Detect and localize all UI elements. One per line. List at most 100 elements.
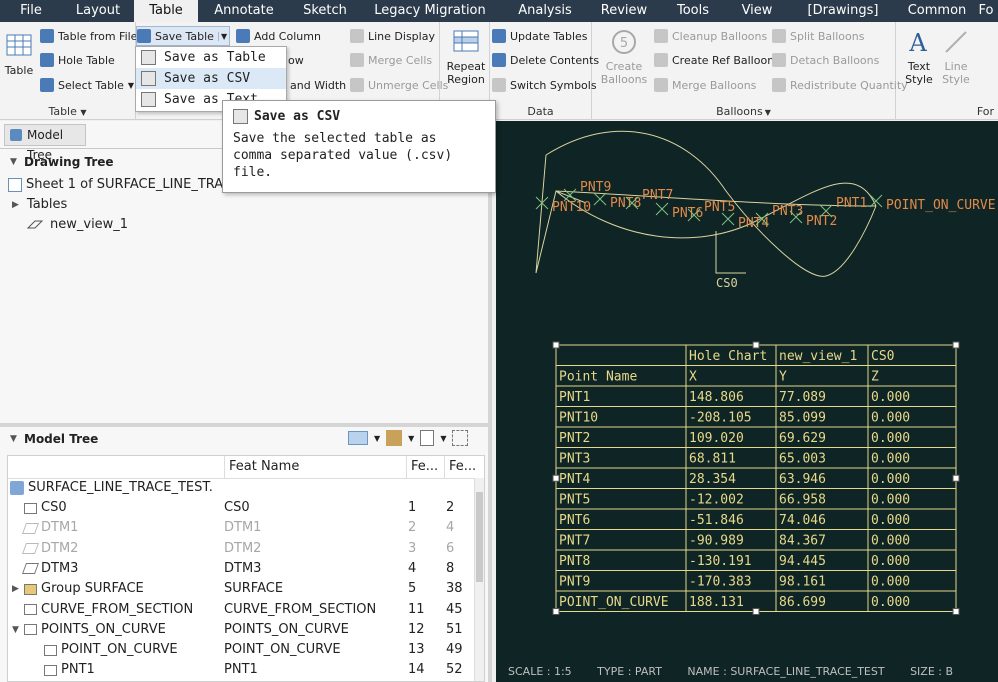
detach-balloons-button[interactable]: Detach Balloons: [772, 50, 879, 70]
tree-item-pnt1[interactable]: PNT1: [32, 660, 95, 680]
hole-chart-cell: 65.003: [779, 452, 826, 467]
filter-icon[interactable]: [348, 431, 368, 445]
drawing-canvas[interactable]: PNT10 PNT9 PNT8 PNT7 PNT6 PNT5 PNT4 PNT3 PNT2 PNT…: [496, 121, 998, 682]
tab-fo[interactable]: Fo: [974, 0, 998, 22]
line-display-button[interactable]: Line Display: [350, 26, 435, 46]
delete-contents-button[interactable]: Delete Contents: [492, 50, 599, 70]
line-style-label: Line Style: [942, 60, 970, 86]
model-tree-tab[interactable]: Model Tree: [4, 124, 86, 162]
tab-tools[interactable]: Tools: [658, 0, 728, 22]
hole-chart-cell: 109.020: [689, 431, 744, 446]
drawing-tree-view[interactable]: new_view_1: [26, 215, 128, 235]
drawing-tree-tables[interactable]: ▶ Tables: [12, 195, 67, 215]
select-table-button[interactable]: Select Table ▼: [40, 75, 134, 95]
table-row[interactable]: POINT_ON_CURVE POINT_ON_CURVE 13 49: [8, 640, 476, 660]
collapse-triangle-icon[interactable]: ▼: [12, 620, 22, 640]
dropdown-item-save-as-table[interactable]: Save as Table: [136, 47, 286, 68]
chevron-down-icon[interactable]: ▼: [374, 434, 380, 443]
tree-scrollbar[interactable]: [474, 478, 484, 681]
chevron-down-icon[interactable]: ▼: [217, 31, 227, 41]
tree-settings-icon[interactable]: [386, 430, 403, 446]
feat-name-cell: DTM1: [224, 520, 262, 536]
create-balloons-button[interactable]: 5 Create Balloons: [598, 28, 650, 86]
tree-item-dtm2[interactable]: DTM2: [12, 539, 78, 559]
col-head-feat-name[interactable]: Feat Name: [224, 456, 406, 478]
add-row-button[interactable]: ow: [288, 50, 304, 70]
model-tree-root[interactable]: SURFACE_LINE_TRACE_TEST.: [10, 478, 213, 498]
tree-item-points-on-curve[interactable]: ▼ POINTS_ON_CURVE: [12, 620, 166, 640]
tab-common[interactable]: Common: [900, 0, 974, 22]
hole-chart-cell: 74.046: [779, 513, 826, 528]
selection-handle: [752, 608, 760, 615]
tree-item-cs0[interactable]: CS0: [12, 498, 67, 518]
tree-scrollbar-thumb[interactable]: [476, 492, 483, 582]
table-button[interactable]: Table: [2, 32, 36, 77]
tooltip-body: Save the selected table as comma separat…: [233, 130, 485, 181]
tree-item-group-surface[interactable]: ▶ Group SURFACE: [12, 579, 144, 599]
tree-item-dtm1[interactable]: DTM1: [12, 518, 78, 538]
switch-symbols-button[interactable]: Switch Symbols: [492, 75, 597, 95]
tree-item-label: DTM2: [41, 540, 79, 556]
text-style-button[interactable]: A Text Style: [902, 28, 936, 86]
tab-layout[interactable]: Layout: [62, 0, 134, 22]
tab-view[interactable]: View: [728, 0, 786, 22]
chevron-down-icon[interactable]: ▼: [440, 434, 446, 443]
status-bar: SCALE : 1:5 TYPE : PART NAME : SURFACE_L…: [496, 662, 998, 682]
expand-triangle-icon[interactable]: ▶: [12, 579, 22, 599]
text-style-icon: A: [908, 29, 927, 56]
merge-balloons-button[interactable]: Merge Balloons: [654, 75, 756, 95]
tab-review[interactable]: Review: [590, 0, 658, 22]
show-icon[interactable]: [452, 430, 469, 446]
tree-item-curve-from-section[interactable]: CURVE_FROM_SECTION: [12, 600, 193, 620]
add-row-label: ow: [288, 53, 304, 67]
table-row[interactable]: ▶ Group SURFACE SURFACE 5 38: [8, 579, 476, 599]
tab-table[interactable]: Table: [134, 0, 198, 22]
table-row[interactable]: DTM2 DTM2 3 6: [8, 539, 476, 559]
col-head-name[interactable]: [8, 456, 224, 478]
table-row[interactable]: CS0 CS0 1 2: [8, 498, 476, 518]
tab-analysis[interactable]: Analysis: [500, 0, 590, 22]
tab-annotate[interactable]: Annotate: [198, 0, 290, 22]
dropdown-item-save-as-csv[interactable]: Save as CSV: [136, 68, 286, 89]
columns-icon[interactable]: [420, 430, 435, 446]
merge-balloons-label: Merge Balloons: [672, 78, 757, 92]
drawing-tree-sheet[interactable]: Sheet 1 of SURFACE_LINE_TRA: [8, 175, 223, 195]
height-width-button[interactable]: and Width: [290, 75, 346, 95]
table-from-file-button[interactable]: Table from File: [40, 26, 137, 46]
line-style-button[interactable]: Line Style: [940, 28, 972, 86]
tab-sketch[interactable]: Sketch: [290, 0, 360, 22]
split-balloons-button[interactable]: Split Balloons: [772, 26, 864, 46]
table-row[interactable]: CURVE_FROM_SECTION CURVE_FROM_SECTION 11 45: [8, 600, 476, 620]
balloons-group-label: Balloons ▼: [716, 105, 771, 118]
cleanup-balloons-button[interactable]: Cleanup Balloons: [654, 26, 767, 46]
table-button-label: Table: [4, 64, 34, 77]
tree-item-point-on-curve[interactable]: POINT_ON_CURVE: [32, 640, 178, 660]
tab-file[interactable]: File: [0, 0, 62, 22]
save-table-button[interactable]: Save Table ▼: [136, 26, 231, 46]
update-tables-button[interactable]: Update Tables: [492, 26, 588, 46]
add-column-button[interactable]: Add Column: [236, 26, 321, 46]
col-head-feat-id[interactable]: Fe...: [406, 456, 444, 478]
unmerge-cells-button[interactable]: Unmerge Cells: [350, 75, 448, 95]
tab-drawings[interactable]: [Drawings]: [786, 0, 900, 22]
feat-id-cell: 3: [408, 540, 417, 556]
redistribute-quantity-button[interactable]: Redistribute Quantity: [772, 75, 908, 95]
create-ref-balloons-button[interactable]: Create Ref Balloons: [654, 50, 780, 70]
table-row[interactable]: DTM1 DTM1 2 4: [8, 518, 476, 538]
delete-contents-label: Delete Contents: [510, 53, 600, 67]
hole-table-button[interactable]: Hole Table: [40, 50, 115, 70]
table-row[interactable]: PNT1 PNT1 14 52: [8, 660, 476, 680]
col-head-feat-num[interactable]: Fe...: [444, 456, 484, 478]
tree-item-dtm3[interactable]: DTM3: [12, 559, 78, 579]
repeat-region-button[interactable]: Repeat Region: [444, 28, 488, 86]
chevron-down-icon[interactable]: ▼: [408, 434, 414, 443]
view-label: new_view_1: [50, 217, 129, 232]
panel-splitter[interactable]: [0, 423, 488, 427]
table-row[interactable]: DTM3 DTM3 4 8: [8, 559, 476, 579]
tab-legacy-migration[interactable]: Legacy Migration: [360, 0, 500, 22]
model-tree-table: Feat Name Fe... Fe... SURFACE_LINE_TRACE…: [7, 455, 485, 682]
point-label: PNT2: [806, 214, 837, 229]
sheet-icon: [8, 178, 22, 192]
table-row[interactable]: ▼ POINTS_ON_CURVE POINTS_ON_CURVE 12 51: [8, 620, 476, 640]
merge-cells-button[interactable]: Merge Cells: [350, 50, 432, 70]
